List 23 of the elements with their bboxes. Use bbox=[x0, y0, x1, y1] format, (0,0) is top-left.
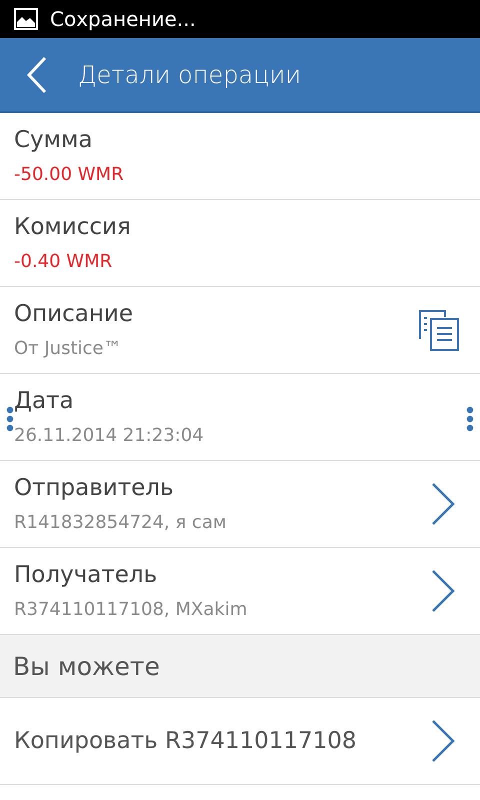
screen-title: Детали операции bbox=[78, 60, 302, 88]
selection-handle-icon[interactable] bbox=[6, 406, 14, 432]
detail-label: Получатель bbox=[14, 561, 158, 590]
selection-handle-icon[interactable] bbox=[466, 406, 474, 432]
notification-text: Сохранение... bbox=[50, 7, 196, 31]
image-icon bbox=[14, 8, 38, 30]
detail-label: Комиссия bbox=[14, 213, 132, 242]
detail-value: От Justice™ bbox=[14, 337, 122, 361]
detail-value: -0.40 WMR bbox=[14, 250, 114, 274]
detail-label: Описание bbox=[14, 300, 134, 329]
chevron-icon bbox=[430, 482, 456, 526]
detail-value: R374110117108, MXakim bbox=[14, 598, 248, 622]
detail-value: -50.00 WMR bbox=[14, 163, 125, 187]
back-button[interactable] bbox=[26, 56, 48, 94]
chevron-icon bbox=[430, 569, 456, 613]
detail-value: 26.11.2014 21:23:04 bbox=[14, 424, 205, 448]
copy-icon[interactable] bbox=[418, 309, 460, 351]
detail-label: Дата bbox=[14, 387, 75, 416]
detail-label: Сумма bbox=[14, 126, 94, 155]
detail-label: Отправитель bbox=[14, 474, 175, 503]
detail-value: R141832854724, я сам bbox=[14, 511, 228, 535]
chevron-icon bbox=[430, 719, 456, 763]
section-title: Вы можете bbox=[13, 652, 160, 680]
